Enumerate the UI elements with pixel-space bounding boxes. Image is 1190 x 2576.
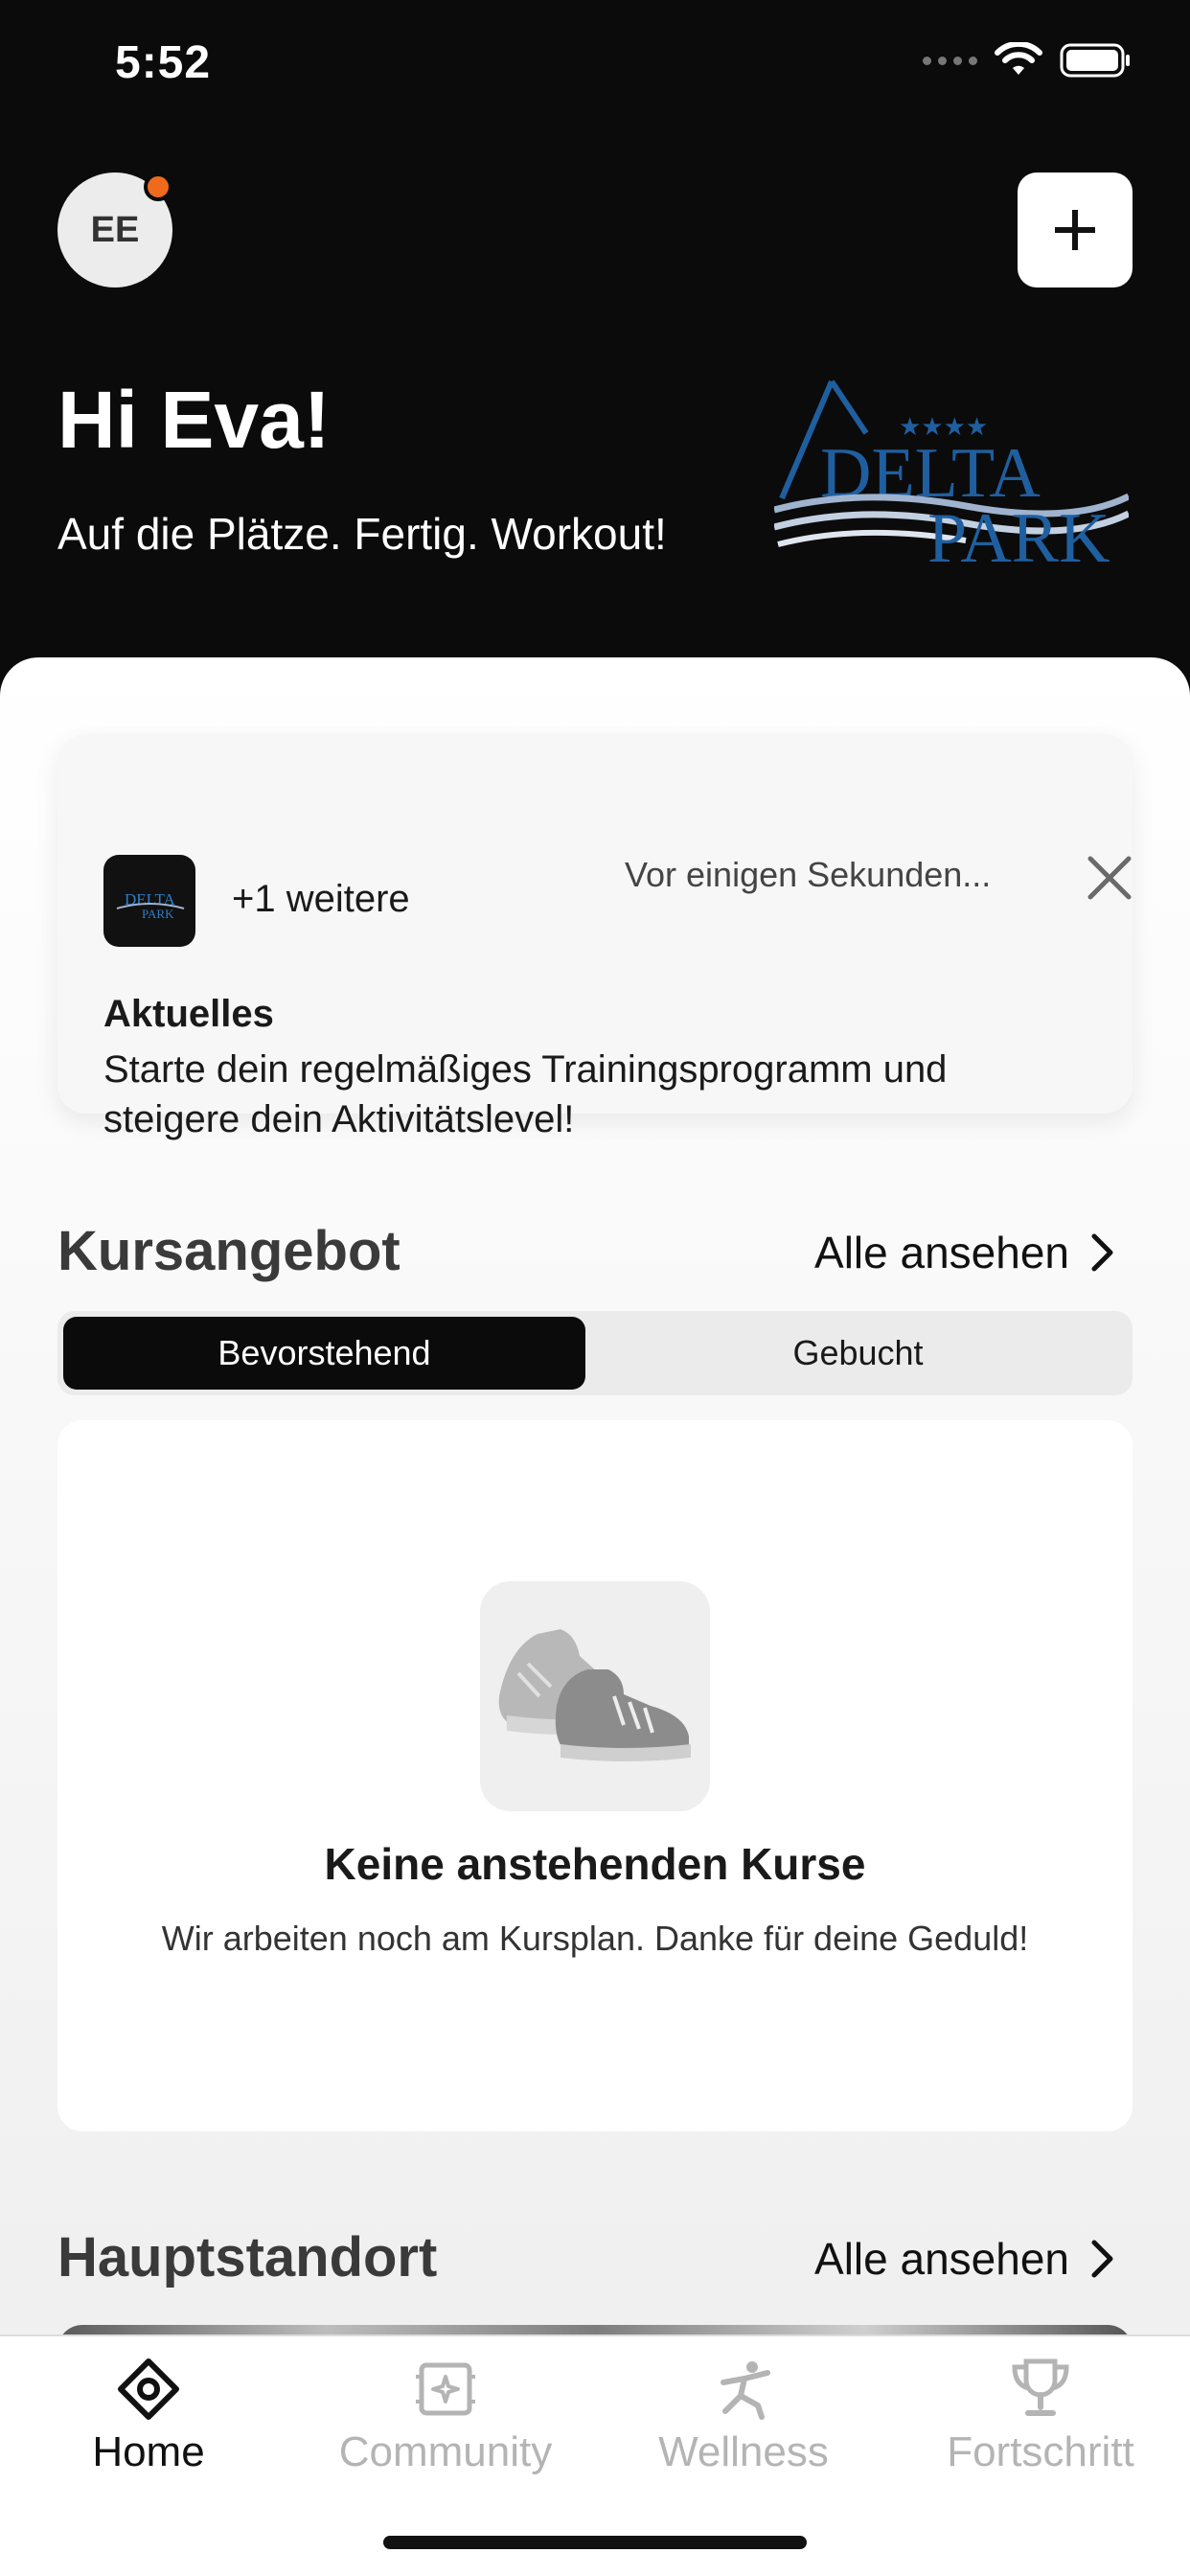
location-see-all-link[interactable]: Alle ansehen bbox=[814, 2233, 1115, 2285]
greeting-title: Hi Eva! bbox=[57, 375, 331, 465]
svg-text:PARK: PARK bbox=[142, 907, 174, 921]
tab-home[interactable]: Home bbox=[0, 2336, 297, 2499]
header: 5:52 EE Hi Eva! Auf die Plätze. Fertig. … bbox=[0, 0, 1190, 709]
notification-body: Starte dein regelmäßiges Trainingsprogra… bbox=[103, 1048, 948, 1140]
svg-text:PARK: PARK bbox=[927, 499, 1110, 575]
tab-progress[interactable]: Fortschritt bbox=[892, 2336, 1189, 2499]
tab-wellness[interactable]: Wellness bbox=[595, 2336, 892, 2499]
empty-courses-card: Keine anstehenden Kurse Wir arbeiten noc… bbox=[57, 1420, 1133, 2131]
tab-booked[interactable]: Gebucht bbox=[589, 1317, 1127, 1390]
tab-upcoming[interactable]: Bevorstehend bbox=[63, 1317, 585, 1390]
notification-app-icon: DELTA PARK bbox=[103, 855, 195, 947]
notification-card[interactable]: DELTA PARK +1 weitere Vor einigen Sekund… bbox=[57, 734, 1133, 1140]
sneakers-illustration bbox=[480, 1581, 710, 1811]
add-button[interactable] bbox=[1018, 172, 1133, 288]
notification-time: Vor einigen Sekunden... bbox=[625, 855, 992, 894]
courses-title: Kursangebot bbox=[57, 1220, 400, 1282]
signal-icon bbox=[923, 56, 977, 65]
chevron-right-icon bbox=[1091, 2240, 1113, 2278]
delta-park-logo-small: DELTA PARK bbox=[116, 890, 185, 921]
notification-badge bbox=[144, 172, 172, 201]
status-time: 5:52 bbox=[115, 37, 212, 88]
tab-home-label: Home bbox=[92, 2428, 205, 2475]
location-title: Hauptstandort bbox=[57, 2226, 438, 2288]
wellness-icon bbox=[595, 2356, 892, 2423]
greeting-tagline: Auf die Plätze. Fertig. Workout! bbox=[57, 509, 667, 559]
notification-more-count[interactable]: +1 weitere bbox=[232, 878, 410, 921]
courses-see-all-label: Alle ansehen bbox=[814, 1228, 1069, 1277]
empty-state-subtitle: Wir arbeiten noch am Kursplan. Danke für… bbox=[161, 1919, 1029, 1958]
notification-title: Aktuelles bbox=[103, 993, 274, 1035]
wifi-icon bbox=[995, 42, 1042, 75]
trophy-icon bbox=[892, 2356, 1189, 2423]
home-indicator bbox=[383, 2536, 807, 2549]
close-icon[interactable] bbox=[1081, 849, 1138, 907]
community-icon bbox=[297, 2356, 594, 2423]
status-icons bbox=[923, 42, 1133, 79]
plus-icon bbox=[1055, 210, 1095, 250]
tab-wellness-label: Wellness bbox=[658, 2428, 829, 2475]
courses-segmented-control: Bevorstehend Gebucht bbox=[57, 1311, 1133, 1395]
tab-community[interactable]: Community bbox=[297, 2336, 594, 2499]
delta-park-logo: ★★★★ DELTA PARK bbox=[774, 380, 1129, 575]
chevron-right-icon bbox=[1091, 1233, 1113, 1272]
empty-state-title: Keine anstehenden Kurse bbox=[324, 1839, 866, 1889]
tab-community-label: Community bbox=[338, 2428, 553, 2475]
content-sheet: DELTA PARK +1 weitere Vor einigen Sekund… bbox=[0, 657, 1190, 2576]
courses-see-all-link[interactable]: Alle ansehen bbox=[814, 1227, 1115, 1278]
location-see-all-label: Alle ansehen bbox=[814, 2234, 1069, 2284]
battery-icon bbox=[1060, 43, 1130, 78]
home-icon bbox=[0, 2356, 297, 2423]
tab-progress-label: Fortschritt bbox=[947, 2428, 1134, 2475]
